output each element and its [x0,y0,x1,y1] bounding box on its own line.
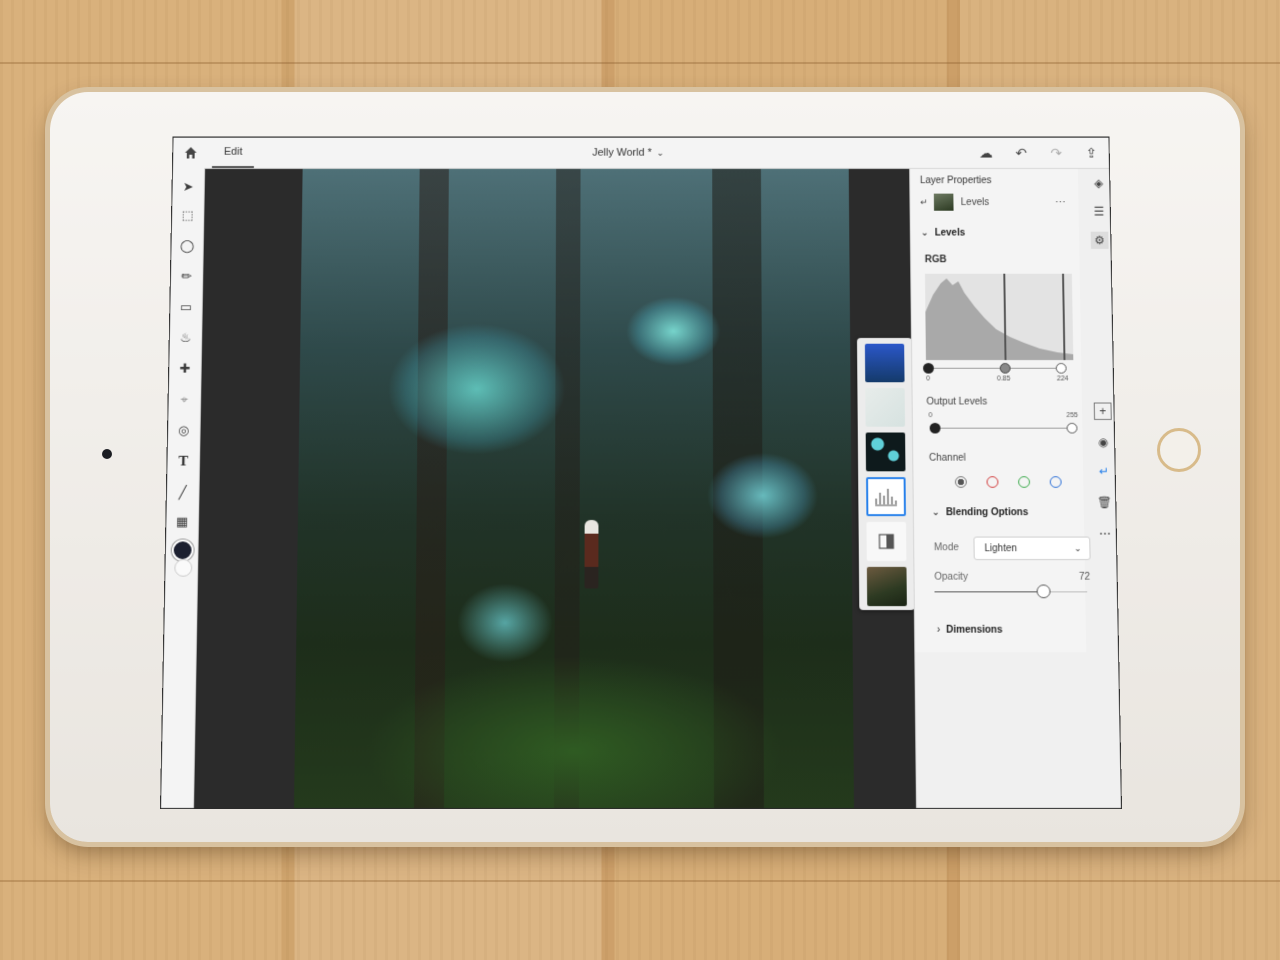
chevron-down-icon: ⌄ [920,227,929,239]
delete-layer-icon[interactable]: 🗑 [1095,494,1113,512]
properties-icon[interactable]: ⚙ [1090,231,1109,249]
chevron-right-icon: › [936,624,941,636]
input-gray-handle[interactable] [999,362,1011,374]
opacity-slider-handle[interactable] [1036,584,1051,599]
channel-blue-swatch[interactable] [1049,476,1062,488]
channel-red-swatch[interactable] [986,476,999,488]
person-figure [584,519,599,589]
opacity-value: 72 [1078,571,1091,583]
blending-options-header[interactable]: ⌄ Blending Options [932,507,1029,518]
chevron-down-icon: ⌄ [1073,542,1082,553]
fill-tool-icon[interactable]: ♨ [175,328,195,347]
selected-layer-row[interactable]: ↵ Levels ⋯ [920,192,1067,213]
layer-thumb-gradient[interactable] [864,343,905,383]
image-tool-icon[interactable]: ▦ [172,512,192,532]
panel-title: Layer Properties [919,175,992,187]
input-tick-high: 224 [1056,375,1069,383]
channel-rgb-swatch[interactable] [954,476,967,488]
channel-green-swatch[interactable] [1018,476,1031,488]
output-levels-label: Output Levels [926,396,988,408]
levels-heading: Levels [934,227,966,239]
layer-thumb-levels[interactable] [866,477,906,517]
dimensions-header[interactable]: › Dimensions [937,625,1003,636]
home-button[interactable] [1157,428,1201,472]
type-tool-icon[interactable]: T [173,452,193,471]
output-tick-255: 255 [1066,412,1078,419]
canvas-area[interactable] [194,168,916,809]
move-tool-icon[interactable]: ➤ [178,177,198,196]
foreground-color-swatch[interactable] [171,539,194,562]
app-screen: Edit Jelly World * ⌄ ☁ ↶ ↷ ⇪ ➤ ⬚ ◯ ✏ ▭ ♨… [160,136,1122,810]
tab-edit[interactable]: Edit [211,137,255,168]
layer-thumb-adjustment[interactable] [866,521,907,562]
add-layer-icon[interactable]: + [1093,402,1112,420]
opacity-track-filled [934,591,1044,593]
channel-rgb-label: RGB [924,254,947,266]
front-camera [102,449,112,459]
channel-label: Channel [928,452,966,464]
layer-stack-icon[interactable]: ☰ [1090,203,1108,220]
share-icon[interactable]: ⇪ [1081,145,1101,161]
background-color-swatch[interactable] [174,559,193,577]
blend-mode-value: Lighten [984,542,1018,554]
brush-tool-icon[interactable]: ✏ [177,267,197,286]
top-bar: Edit Jelly World * ⌄ ☁ ↶ ↷ ⇪ [172,137,1110,169]
document-title-text: Jelly World * [592,147,652,159]
eraser-tool-icon[interactable]: ▭ [176,298,196,317]
home-icon[interactable] [183,145,199,160]
histogram [924,273,1074,361]
blend-mode-select[interactable]: Lighten ⌄ [973,536,1091,561]
line-tool-icon[interactable]: ╱ [173,483,193,502]
undo-icon[interactable]: ↶ [1011,145,1031,161]
chevron-down-icon: ⌄ [656,147,664,158]
input-levels-track [927,367,1066,369]
more-icon[interactable]: ⋯ [1055,196,1067,208]
opacity-label: Opacity [934,571,969,583]
input-white-handle[interactable] [1055,362,1067,374]
levels-section-header[interactable]: ⌄ Levels [921,228,966,238]
crop-tool-icon[interactable]: ⌖ [174,390,194,409]
healing-tool-icon[interactable]: ✚ [175,359,195,378]
layer-mini-thumb [933,193,954,211]
layers-icon[interactable]: ◈ [1090,175,1108,192]
chevron-down-icon: ⌄ [931,507,940,519]
layer-name: Levels [960,196,990,208]
output-black-handle[interactable] [929,422,941,434]
tab-edit-label: Edit [223,146,243,158]
output-tick-0: 0 [928,412,933,419]
clip-icon: ↵ [920,196,928,207]
input-black-handle[interactable] [923,362,934,374]
histogram-icon [868,479,904,514]
cloud-icon[interactable]: ☁ [976,145,996,161]
properties-panel: Layer Properties ↵ Levels ⋯ ⌄ Levels RGB [909,168,1122,809]
canvas-image[interactable] [294,168,854,809]
input-tick-mid: 0.85 [996,375,1011,383]
dimensions-heading: Dimensions [946,624,1003,636]
layer-thumb-texture[interactable] [865,388,906,427]
lasso-tool-icon[interactable]: ◯ [177,236,197,255]
contrast-icon [866,522,906,561]
visibility-icon[interactable]: ◉ [1094,433,1112,450]
input-tick-0: 0 [926,375,931,383]
blending-heading: Blending Options [945,507,1029,519]
redo-icon[interactable]: ↷ [1046,145,1066,161]
document-title[interactable]: Jelly World * ⌄ [592,138,664,168]
clip-mask-icon[interactable]: ↵ [1095,463,1113,480]
marquee-tool-icon[interactable]: ⬚ [178,206,198,225]
layers-strip [856,337,915,611]
output-levels-track [934,427,1073,429]
clone-tool-icon[interactable]: ◎ [174,421,194,440]
more-options-icon[interactable]: ⋯ [1096,525,1114,543]
layer-thumb-jellyfish[interactable] [865,432,906,472]
layer-thumb-forest[interactable] [866,566,907,607]
mode-label: Mode [933,542,959,554]
output-white-handle[interactable] [1066,422,1078,434]
